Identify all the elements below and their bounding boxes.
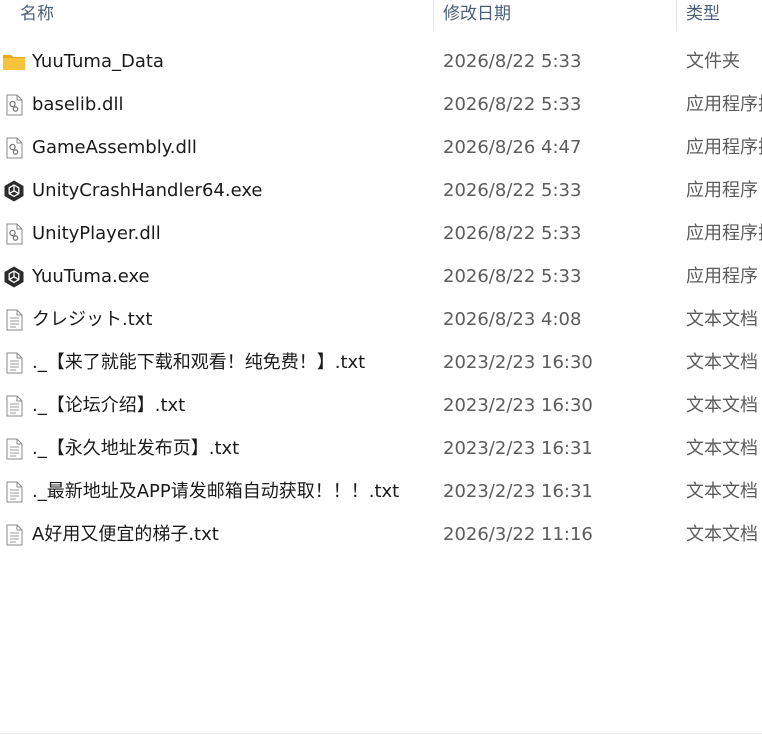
file-date: 2026/8/22 5:33	[443, 51, 582, 72]
file-row[interactable]: ._最新地址及APP请发邮箱自动获取！！！.txt 2023/2/23 16:31…	[0, 470, 762, 513]
file-date: 2026/8/26 4:47	[443, 137, 582, 158]
file-name: baselib.dll	[32, 94, 124, 115]
file-date: 2023/2/23 16:31	[443, 481, 593, 502]
file-row[interactable]: YuuTuma.exe 2026/8/22 5:33 应用程序	[0, 255, 762, 298]
column-divider[interactable]	[433, 0, 434, 31]
file-date: 2026/8/22 5:33	[443, 94, 582, 115]
file-name: YuuTuma_Data	[32, 51, 164, 72]
file-row[interactable]: YuuTuma_Data 2026/8/22 5:33 文件夹	[0, 40, 762, 83]
text-file-icon	[2, 437, 26, 461]
column-header-type[interactable]: 类型	[686, 0, 720, 31]
column-header-bar: 名称 修改日期 类型	[0, 0, 762, 31]
file-row[interactable]: ._【永久地址发布页】.txt 2023/2/23 16:31 文本文档	[0, 427, 762, 470]
file-type: 应用程序扩展	[686, 223, 762, 244]
text-file-icon	[2, 480, 26, 504]
file-row[interactable]: GameAssembly.dll 2026/8/26 4:47 应用程序扩展	[0, 126, 762, 169]
file-date: 2026/8/22 5:33	[443, 223, 582, 244]
folder-icon	[2, 50, 26, 74]
file-row[interactable]: ._【论坛介绍】.txt 2023/2/23 16:30 文本文档	[0, 384, 762, 427]
unity-app-icon	[2, 265, 26, 289]
file-type: 文本文档	[686, 524, 758, 545]
unity-app-icon	[2, 179, 26, 203]
file-date: 2026/8/22 5:33	[443, 266, 582, 287]
file-date: 2026/8/22 5:33	[443, 180, 582, 201]
column-header-name[interactable]: 名称	[20, 0, 54, 31]
file-date: 2023/2/23 16:30	[443, 395, 593, 416]
file-row[interactable]: UnityCrashHandler64.exe 2026/8/22 5:33 应用程…	[0, 169, 762, 212]
file-name: ._【永久地址发布页】.txt	[32, 438, 240, 459]
file-name: ._【来了就能下载和观看！纯免费！】.txt	[32, 352, 366, 373]
file-name: YuuTuma.exe	[32, 266, 150, 287]
file-type: 文本文档	[686, 309, 758, 330]
file-row[interactable]: ._【来了就能下载和观看！纯免费！】.txt 2023/2/23 16:30 文本文…	[0, 341, 762, 384]
file-name: A好用又便宜的梯子.txt	[32, 524, 219, 545]
file-row[interactable]: A好用又便宜的梯子.txt 2026/3/22 11:16 文本文档	[0, 513, 762, 556]
text-file-icon	[2, 394, 26, 418]
file-name: UnityCrashHandler64.exe	[32, 180, 263, 201]
file-row[interactable]: UnityPlayer.dll 2026/8/22 5:33 应用程序扩展	[0, 212, 762, 255]
file-list: YuuTuma_Data 2026/8/22 5:33 文件夹 baselib.dl…	[0, 40, 762, 556]
file-row[interactable]: baselib.dll 2026/8/22 5:33 应用程序扩展	[0, 83, 762, 126]
file-date: 2023/2/23 16:30	[443, 352, 593, 373]
dll-file-icon	[2, 93, 26, 117]
file-type: 文本文档	[686, 438, 758, 459]
file-type: 应用程序	[686, 180, 758, 201]
text-file-icon	[2, 308, 26, 332]
file-name: GameAssembly.dll	[32, 137, 197, 158]
file-date: 2026/8/23 4:08	[443, 309, 582, 330]
column-divider[interactable]	[676, 0, 677, 31]
file-name: ._【论坛介绍】.txt	[32, 395, 186, 416]
bottom-divider	[0, 733, 762, 734]
file-type: 文本文档	[686, 481, 758, 502]
text-file-icon	[2, 351, 26, 375]
text-file-icon	[2, 523, 26, 547]
dll-file-icon	[2, 136, 26, 160]
file-name: UnityPlayer.dll	[32, 223, 161, 244]
file-type: 应用程序	[686, 266, 758, 287]
file-date: 2026/3/22 11:16	[443, 524, 593, 545]
file-name: クレジット.txt	[32, 309, 153, 330]
file-name: ._最新地址及APP请发邮箱自动获取！！！.txt	[32, 481, 400, 502]
file-type: 文本文档	[686, 395, 758, 416]
file-type: 文件夹	[686, 51, 740, 72]
column-header-date[interactable]: 修改日期	[443, 0, 511, 31]
file-type: 文本文档	[686, 352, 758, 373]
dll-file-icon	[2, 222, 26, 246]
file-type: 应用程序扩展	[686, 137, 762, 158]
file-date: 2023/2/23 16:31	[443, 438, 593, 459]
file-row[interactable]: クレジット.txt 2026/8/23 4:08 文本文档	[0, 298, 762, 341]
file-type: 应用程序扩展	[686, 94, 762, 115]
